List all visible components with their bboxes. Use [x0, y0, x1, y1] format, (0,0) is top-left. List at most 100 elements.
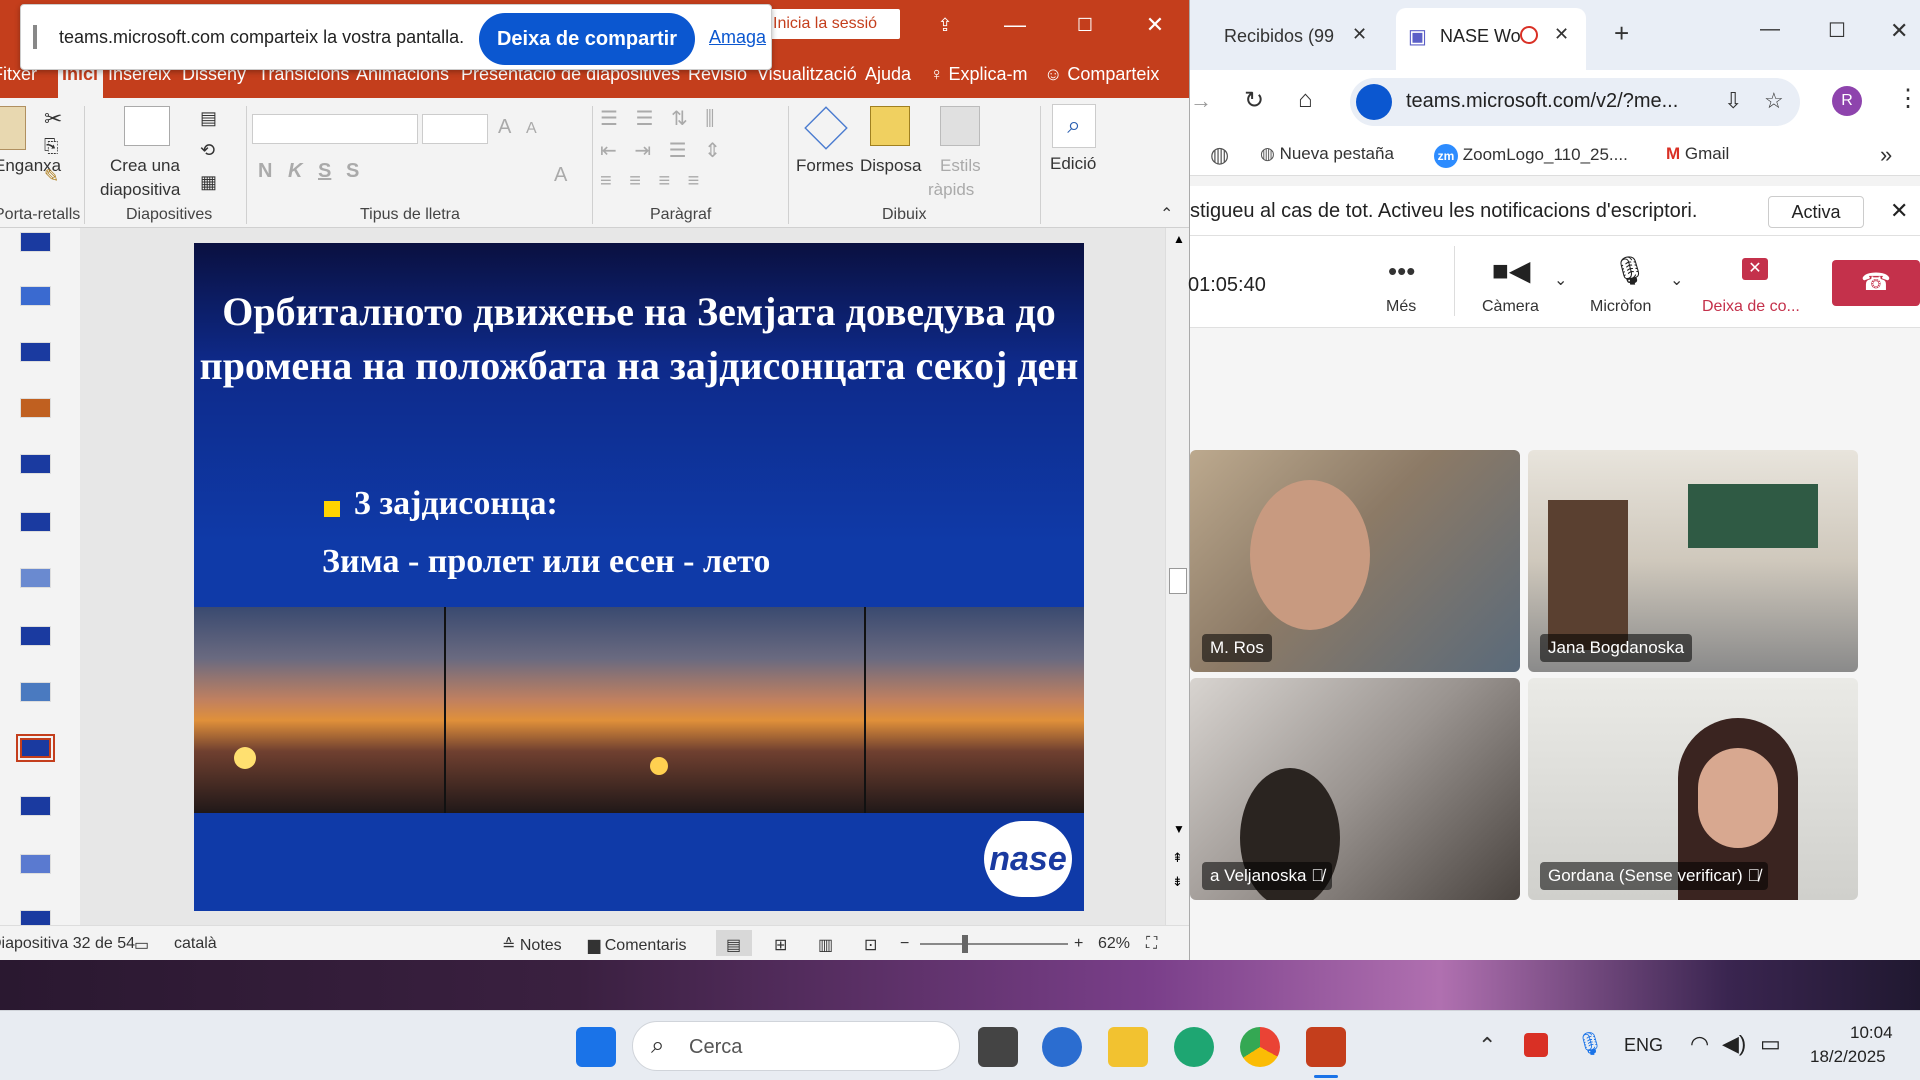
slide-canvas[interactable]: Орбиталното движење на Земјата доведува …	[194, 243, 1084, 911]
format-painter-icon[interactable]: ✎	[44, 166, 59, 187]
forward-icon[interactable]: →	[1190, 88, 1212, 114]
close-tab-icon[interactable]: ✕	[1352, 24, 1367, 45]
quick-styles-label-2[interactable]: ràpids	[928, 180, 974, 200]
camera-icon[interactable]: ■◀	[1492, 254, 1530, 287]
windows-start-icon[interactable]	[576, 1027, 616, 1067]
participant-tile[interactable]: Jana Bogdanoska	[1528, 450, 1858, 672]
slide-thumbnail[interactable]	[20, 512, 51, 532]
indent-icons[interactable]: ⇤ ⇥ ☰ ⇕	[600, 138, 727, 163]
scroll-thumb[interactable]	[1169, 568, 1187, 594]
slideshow-icon[interactable]: ⊡	[864, 935, 877, 955]
zoom-in-icon[interactable]: +	[1074, 935, 1083, 953]
language-label[interactable]: català	[174, 935, 217, 953]
zoom-slider[interactable]	[920, 935, 1068, 953]
slide-thumbnail-selected[interactable]	[16, 734, 55, 762]
camera-label[interactable]: Càmera	[1482, 298, 1539, 316]
task-view-icon[interactable]	[978, 1027, 1018, 1067]
tab-view[interactable]: Visualització	[757, 64, 857, 85]
font-size-input[interactable]	[422, 114, 488, 144]
scroll-down-icon[interactable]: ▼	[1173, 822, 1185, 836]
shadow-button[interactable]: S	[346, 160, 359, 183]
collapse-ribbon-icon[interactable]: ⌃	[1160, 204, 1173, 224]
layout-icon[interactable]: ▤	[200, 108, 217, 129]
stop-share-icon[interactable]: ✕	[1742, 258, 1768, 280]
slide-thumbnail[interactable]	[20, 854, 51, 874]
grow-font-icon[interactable]: A	[498, 116, 511, 139]
shapes-label[interactable]: Formes	[796, 156, 854, 176]
language-indicator[interactable]: ENG	[1624, 1035, 1663, 1056]
slide-thumbnail[interactable]	[20, 454, 51, 474]
participant-tile[interactable]: M. Ros	[1190, 450, 1520, 672]
participant-tile[interactable]: Gordana (Sense verificar) 🎙̸	[1528, 678, 1858, 900]
slide-thumbnail[interactable]	[20, 398, 51, 418]
ribbon-display-icon[interactable]: ⇪	[920, 10, 970, 40]
new-tab-icon[interactable]: +	[1614, 18, 1629, 49]
tab-inbox[interactable]: Recibidos (99 ✕	[1190, 8, 1380, 70]
microphone-label[interactable]: Micròfon	[1590, 298, 1651, 316]
copy-icon[interactable]: ⎘	[44, 136, 58, 157]
tab-help[interactable]: Ajuda	[865, 64, 911, 85]
reset-icon[interactable]: ⟲	[200, 140, 215, 161]
bookmark-zoom[interactable]: zm ZoomLogo_110_25....	[1434, 144, 1628, 168]
underline-button[interactable]: S	[318, 160, 331, 183]
more-icon[interactable]: •••	[1388, 256, 1415, 287]
list-icons[interactable]: ☰ ☰ ⇅ ⫼	[600, 106, 721, 131]
editor-scrollbar[interactable]: ▲ ▼ ⇞ ⇟	[1165, 228, 1189, 925]
fit-slide-icon[interactable]: ⛶	[1146, 935, 1157, 953]
bookmark-new-tab[interactable]: ◍ Nueva pestaña	[1260, 144, 1394, 164]
participant-tile[interactable]: a Veljanoska 🎙̸	[1190, 678, 1520, 900]
bookmark-gmail[interactable]: M Gmail	[1666, 144, 1729, 164]
slide-thumbnail[interactable]	[20, 232, 51, 252]
microphone-icon[interactable]: 🎙	[1576, 1031, 1604, 1057]
copilot-icon[interactable]	[1042, 1027, 1082, 1067]
zoom-level[interactable]: 62%	[1098, 935, 1130, 953]
align-icons[interactable]: ≡ ≡ ≡ ≡	[600, 170, 705, 193]
star-icon[interactable]: ☆	[1764, 88, 1784, 114]
notes-button[interactable]: ≙ Notes	[502, 935, 562, 955]
slide-thumbnail[interactable]	[20, 342, 51, 362]
comments-button[interactable]: ▆ Comentaris	[588, 935, 687, 955]
new-slide-icon[interactable]	[124, 106, 170, 146]
stop-share-label[interactable]: Deixa de co...	[1702, 298, 1800, 316]
hide-link[interactable]: Amaga	[709, 27, 766, 48]
enable-notifications-button[interactable]: Activa	[1768, 196, 1864, 228]
accessibility-icon[interactable]: ▭	[134, 935, 149, 955]
url-text[interactable]: teams.microsoft.com/v2/?me...	[1406, 90, 1678, 113]
tab-share[interactable]: ☺ Comparteix	[1044, 64, 1159, 85]
slide-thumbnail[interactable]	[20, 796, 51, 816]
wifi-icon[interactable]: ◠	[1690, 1031, 1709, 1057]
cut-icon[interactable]: ✂	[44, 106, 62, 132]
microphone-icon[interactable]: 🎙	[1612, 254, 1648, 287]
close-tab-icon[interactable]: ✕	[1554, 24, 1569, 45]
normal-view-icon[interactable]: ▤	[726, 935, 741, 955]
slide-thumbnail[interactable]	[20, 286, 51, 306]
tab-nase[interactable]: ▣ NASE Wo ✕	[1396, 8, 1586, 70]
next-slide-icon[interactable]: ⇟	[1172, 874, 1183, 890]
close-icon[interactable]: ✕	[1130, 10, 1180, 40]
more-label[interactable]: Més	[1386, 298, 1416, 316]
quick-styles-icon[interactable]	[940, 106, 980, 146]
file-explorer-icon[interactable]	[1108, 1027, 1148, 1067]
more-bookmarks-icon[interactable]: »	[1880, 142, 1892, 168]
italic-button[interactable]: K	[288, 160, 302, 183]
taskbar-search[interactable]: ⌕ Cerca	[632, 1021, 960, 1071]
battery-icon[interactable]: ▭	[1760, 1031, 1781, 1057]
calendar-icon[interactable]	[1524, 1033, 1548, 1057]
drag-handle-icon[interactable]	[33, 25, 37, 49]
install-icon[interactable]: ⇩	[1724, 88, 1742, 114]
shapes-icon[interactable]	[804, 106, 848, 150]
profile-avatar[interactable]: R	[1832, 86, 1862, 116]
chevron-up-icon[interactable]: ⌃	[1478, 1033, 1496, 1059]
reading-view-icon[interactable]: ▥	[818, 935, 833, 955]
quick-styles-label-1[interactable]: Estils	[940, 156, 981, 176]
close-icon[interactable]: ✕	[1890, 18, 1908, 44]
powerpoint-icon[interactable]	[1306, 1027, 1346, 1067]
globe-icon[interactable]: ◍	[1210, 142, 1229, 168]
slide-thumbnail[interactable]	[20, 626, 51, 646]
maximize-icon[interactable]: ☐	[1828, 18, 1846, 43]
search-icon[interactable]: ⌕	[1052, 104, 1096, 148]
new-slide-label-2[interactable]: diapositiva	[100, 180, 180, 200]
reload-icon[interactable]: ↻	[1244, 86, 1264, 115]
site-info-icon[interactable]	[1356, 84, 1392, 120]
minimize-icon[interactable]: —	[1760, 18, 1780, 41]
